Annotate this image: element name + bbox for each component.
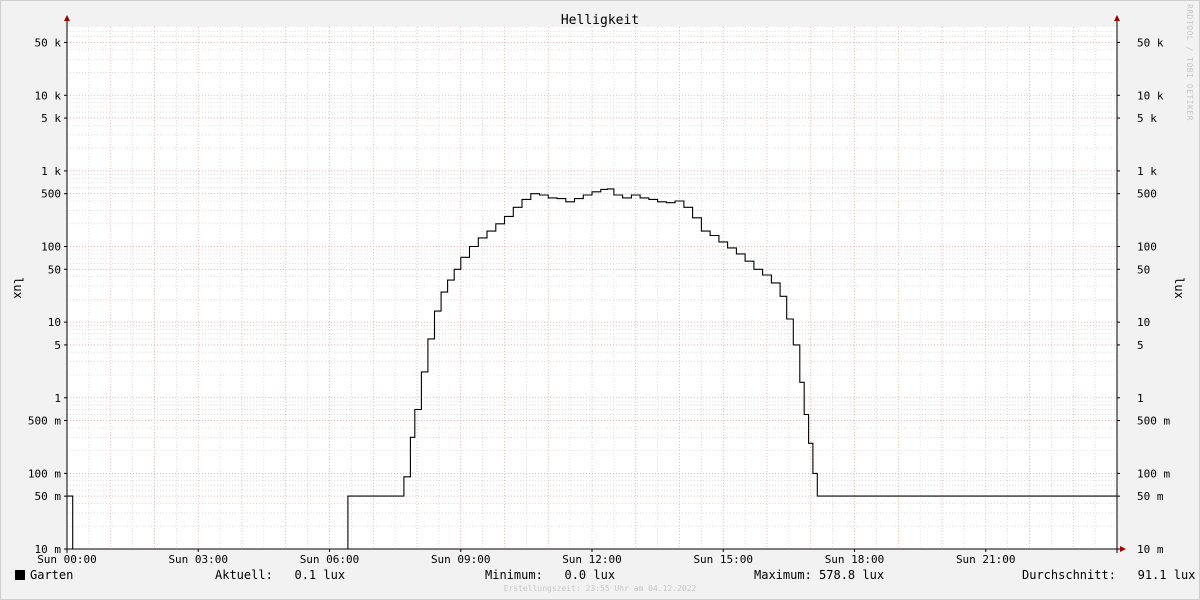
creation-time-footer: Erstellungszeit: 23:55 Uhr am 04.12.2022	[503, 584, 697, 593]
maximum-label: Maximum:	[754, 568, 812, 582]
y-tick-label-left: 50	[48, 263, 61, 276]
y-tick-label-right: 500 m	[1137, 415, 1170, 428]
average-value: 91.1 lux	[1137, 568, 1196, 582]
average-label: Durchschnitt:	[1022, 568, 1116, 582]
y-tick-label-left: 5	[54, 339, 61, 352]
x-axis-arrow	[1120, 546, 1126, 552]
y-axis-label-left: lux	[11, 277, 25, 299]
y-tick-label-right: 50	[1137, 263, 1150, 276]
current-value: 0.1 lux	[294, 568, 346, 582]
current-label: Aktuell:	[215, 568, 273, 582]
maximum-value: 578.8 lux	[819, 568, 885, 582]
legend-maximum: Maximum: 578.8 lux	[754, 566, 884, 584]
y-tick-label-right: 50 m	[1137, 490, 1164, 503]
y-tick-label-right: 10 m	[1137, 543, 1164, 556]
y-tick-label-left: 1 k	[41, 165, 61, 178]
x-tick-label: Sun 15:00	[693, 553, 753, 566]
y-tick-label-right: 1 k	[1137, 165, 1157, 178]
legend-minimum: Minimum: 0.0 lux	[485, 566, 615, 584]
legend-average: Durchschnitt: 91.1 lux	[1022, 566, 1195, 584]
rrdtool-watermark: RRDTOOL / TOBI OETIKER	[1185, 4, 1194, 121]
legend-current: Aktuell: 0.1 lux	[215, 566, 345, 584]
y-axis-label-right: lux	[1172, 277, 1186, 299]
y-tick-label-left: 500	[41, 188, 61, 201]
y-tick-label-right: 5 k	[1137, 112, 1157, 125]
y-tick-label-left: 5 k	[41, 112, 61, 125]
y-tick-label-right: 100 m	[1137, 467, 1170, 480]
y-axis-left-arrow	[64, 15, 70, 21]
y-tick-label-left: 50 k	[35, 36, 62, 49]
y-tick-label-right: 50 k	[1137, 36, 1164, 49]
y-tick-label-left: 10	[48, 316, 61, 329]
y-tick-label-left: 500 m	[28, 415, 61, 428]
chart-title: Helligkeit	[561, 13, 639, 28]
y-tick-label-left: 100	[41, 241, 61, 254]
legend-swatch	[15, 570, 25, 580]
x-tick-label: Sun 09:00	[431, 553, 491, 566]
x-tick-label: Sun 03:00	[168, 553, 228, 566]
brightness-chart: 50 k 50 k 10 k 10 k 5 k 5 k 1 k 1 k 500 500 100 100…	[11, 13, 1186, 566]
legend-series: Garten	[15, 566, 73, 584]
minimum-label: Minimum:	[485, 568, 543, 582]
y-tick-label-right: 500	[1137, 188, 1157, 201]
x-tick-label: Sun 12:00	[562, 553, 622, 566]
y-tick-label-left: 1	[54, 392, 61, 405]
y-tick-label-left: 50 m	[35, 490, 62, 503]
x-tick-label: Sun 21:00	[956, 553, 1016, 566]
y-tick-label-left: 100 m	[28, 467, 61, 480]
minimum-value: 0.0 lux	[564, 568, 616, 582]
y-tick-label-right: 10 k	[1137, 89, 1164, 102]
y-tick-label-right: 100	[1137, 241, 1157, 254]
y-tick-label-left: 10 k	[35, 89, 62, 102]
y-axis-right-arrow	[1114, 15, 1120, 21]
x-tick-label: Sun 00:00	[37, 553, 97, 566]
legend-series-name: Garten	[30, 568, 74, 582]
x-tick-label: Sun 06:00	[300, 553, 360, 566]
y-tick-label-right: 5	[1137, 339, 1144, 352]
y-tick-label-right: 1	[1137, 392, 1144, 405]
y-tick-label-right: 10	[1137, 316, 1150, 329]
x-tick-label: Sun 18:00	[825, 553, 885, 566]
